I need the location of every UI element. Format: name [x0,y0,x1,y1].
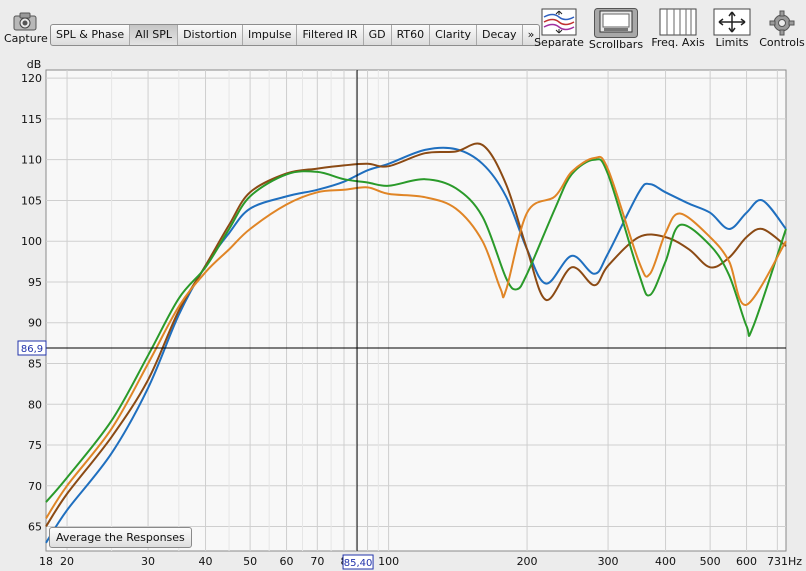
y-tick-label: 110 [21,154,42,167]
tab-distortion[interactable]: Distortion [178,25,243,45]
tab-all-spl[interactable]: All SPL [130,25,179,45]
limits-icon [713,8,751,36]
capture-label: Capture [4,32,48,45]
x-tick-label: 200 [517,555,538,568]
plot-area [45,69,787,552]
x-tick-label: 20 [60,555,74,568]
limits-label: Limits [715,36,749,49]
tab-gd[interactable]: GD [364,25,392,45]
x-tick-label: 40 [199,555,213,568]
separate-icon [541,8,577,36]
view-tabs: SPL & Phase All SPL Distortion Impulse F… [50,24,541,46]
gear-icon [769,10,795,36]
cursor-x-readout: 85,40 [344,558,373,569]
tab-rt60[interactable]: RT60 [392,25,431,45]
y-tick-label: 85 [28,357,42,370]
controls-button[interactable]: Controls [759,10,805,49]
scrollbars-label: Scrollbars [588,38,644,51]
capture-button[interactable]: Capture [4,10,48,45]
scrollbars-button[interactable]: Scrollbars [588,8,644,51]
tab-clarity[interactable]: Clarity [430,25,478,45]
spl-chart[interactable]: 65 70 75 80 85 90 95 100 105 110 115 120 18 20 30 40 50… [0,56,806,571]
separate-button[interactable]: Separate [533,8,585,49]
x-tick-label: 30 [141,555,155,568]
x-tick-labels: 182030405060708100200300400500600731Hz [39,555,802,568]
x-tick-label: 300 [598,555,619,568]
freq-axis-icon [659,8,697,36]
controls-label: Controls [759,36,805,49]
x-tick-label: 400 [655,555,676,568]
y-tick-label: 95 [28,276,42,289]
y-tick-labels: 65 70 75 80 85 90 95 100 105 110 115 120 [21,72,42,533]
scrollbars-icon [594,8,638,38]
y-tick-label: 80 [28,398,42,411]
cursor-y-readout: 86,9 [21,344,43,355]
x-tick-label: 60 [280,555,294,568]
toolbar: Capture SPL & Phase All SPL Distortion I… [0,0,806,62]
x-tick-label: 50 [243,555,257,568]
y-tick-label: 65 [28,521,42,534]
y-tick-label: 90 [28,317,42,330]
y-tick-label: 75 [28,439,42,452]
camera-icon [13,12,37,31]
tab-decay[interactable]: Decay [477,25,523,45]
y-tick-label: 115 [21,113,42,126]
tab-filtered-ir[interactable]: Filtered IR [297,25,364,45]
x-tick-label: 731Hz [767,555,802,568]
y-axis-label: dB [27,58,42,71]
y-tick-label: 120 [21,72,42,85]
freq-axis-button[interactable]: Freq. Axis [649,8,707,49]
separate-label: Separate [534,36,584,49]
y-tick-label: 105 [21,194,42,207]
x-tick-label: 500 [700,555,721,568]
freq-axis-label: Freq. Axis [651,36,705,49]
x-tick-label: 70 [310,555,324,568]
average-responses-button[interactable]: Average the Responses [49,527,192,548]
x-tick-label: 18 [39,555,53,568]
x-tick-label: 600 [736,555,757,568]
tab-impulse[interactable]: Impulse [243,25,298,45]
limits-button[interactable]: Limits [710,8,754,49]
x-tick-label: 100 [378,555,399,568]
y-tick-label: 70 [28,480,42,493]
y-tick-label: 100 [21,235,42,248]
tab-spl-phase[interactable]: SPL & Phase [51,25,131,45]
